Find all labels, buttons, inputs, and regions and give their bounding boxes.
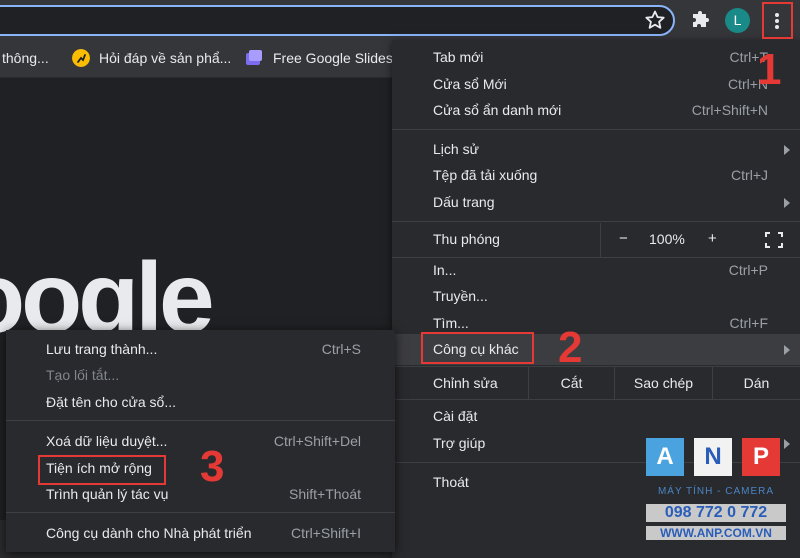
extensions-puzzle-icon[interactable] <box>690 8 714 32</box>
runner-favicon-icon <box>72 49 90 67</box>
menu-divider <box>392 399 800 400</box>
zoom-out-button[interactable]: − <box>619 230 628 247</box>
browser-toolbar: L <box>0 0 800 40</box>
watermark-site: WWW.ANP.COM.VN <box>646 526 786 540</box>
menu-item-new-tab[interactable]: Tab mới Ctrl+T <box>392 44 800 71</box>
submenu-item-create-shortcut: Tạo lối tắt... <box>6 362 395 388</box>
menu-item-incognito[interactable]: Cửa sổ ẩn danh mới Ctrl+Shift+N <box>392 97 800 124</box>
menu-item-shortcut: Ctrl+P <box>728 262 768 278</box>
menu-item-label: Lịch sử <box>433 141 479 157</box>
more-tools-submenu: Lưu trang thành... Ctrl+S Tạo lối tắt...… <box>6 330 395 552</box>
menu-item-bookmarks[interactable]: Dấu trang <box>392 189 800 216</box>
slides-favicon-icon <box>246 50 262 65</box>
menu-item-label: Tab mới <box>433 49 484 65</box>
menu-item-label: Trợ giúp <box>433 435 486 451</box>
watermark-letter: A <box>646 438 684 476</box>
fullscreen-icon[interactable] <box>765 232 783 248</box>
menu-item-label: Lưu trang thành... <box>46 341 158 357</box>
menu-item-label: Cửa sổ ẩn danh mới <box>433 102 562 118</box>
watermark-letter: N <box>694 438 732 476</box>
highlight-menu-button <box>762 2 793 39</box>
menu-item-label: Đặt tên cho cửa sổ... <box>46 394 176 410</box>
menu-item-downloads[interactable]: Tệp đã tải xuống Ctrl+J <box>392 162 800 189</box>
menu-divider <box>392 129 800 130</box>
menu-item-label: Tạo lối tắt... <box>46 367 120 383</box>
submenu-arrow-icon <box>784 198 790 208</box>
paste-button[interactable]: Dán <box>712 367 800 399</box>
highlight-more-tools <box>421 332 534 364</box>
bookmark-item[interactable]: thông... <box>2 50 49 66</box>
menu-item-label: Tệp đã tải xuống <box>433 167 538 183</box>
zoom-level: 100% <box>649 231 685 247</box>
menu-item-shortcut: Ctrl+F <box>729 315 769 331</box>
watermark-tagline: MÁY TÍNH - CAMERA <box>657 486 775 497</box>
menu-item-label: Dấu trang <box>433 194 495 210</box>
edit-label: Chỉnh sửa <box>433 375 498 391</box>
menu-item-label: In... <box>433 262 457 278</box>
zoom-in-button[interactable]: + <box>708 230 717 247</box>
menu-divider <box>392 221 800 222</box>
step-number-3: 3 <box>200 442 225 491</box>
submenu-arrow-icon <box>784 145 790 155</box>
highlight-extensions <box>38 455 166 485</box>
bookmark-item[interactable]: Hỏi đáp về sản phẩ... <box>99 50 231 66</box>
copy-button[interactable]: Sao chép <box>614 367 712 399</box>
menu-divider <box>6 512 395 513</box>
menu-edit-row: Chỉnh sửa Cắt Sao chép Dán <box>392 367 800 399</box>
menu-item-new-window[interactable]: Cửa sổ Mới Ctrl+N <box>392 71 800 98</box>
zoom-label: Thu phóng <box>433 231 500 247</box>
menu-item-history[interactable]: Lịch sử <box>392 136 800 163</box>
menu-item-label: Thoát <box>433 474 469 490</box>
menu-zoom-row: Thu phóng − 100% + <box>392 223 800 257</box>
menu-item-shortcut: Ctrl+Shift+Del <box>273 433 361 449</box>
menu-item-label: Tìm... <box>433 315 469 331</box>
bookmark-item[interactable]: Free Google Slides... <box>273 50 405 66</box>
submenu-item-name-window[interactable]: Đặt tên cho cửa sổ... <box>6 389 395 415</box>
submenu-arrow-icon <box>784 345 790 355</box>
menu-item-label: Công cụ dành cho Nhà phát triển <box>46 525 252 541</box>
address-bar[interactable] <box>0 5 675 36</box>
menu-item-shortcut: Ctrl+S <box>321 341 361 357</box>
menu-item-settings[interactable]: Cài đặt <box>392 403 800 430</box>
menu-item-shortcut: Ctrl+Shift+N <box>691 102 768 118</box>
bookmark-star-icon[interactable] <box>643 8 667 32</box>
step-number-1: 1 <box>757 45 782 94</box>
menu-item-label: Xoá dữ liệu duyệt... <box>46 433 168 449</box>
menu-item-cast[interactable]: Truyền... <box>392 283 800 310</box>
menu-item-print[interactable]: In... Ctrl+P <box>392 257 800 284</box>
menu-item-shortcut: Ctrl+J <box>731 167 768 183</box>
menu-item-label: Cài đặt <box>433 408 478 424</box>
anp-watermark-logo: A N P MÁY TÍNH - CAMERA 098 772 0 772 WW… <box>646 438 786 546</box>
profile-avatar[interactable]: L <box>725 8 750 33</box>
menu-item-label: Cửa sổ Mới <box>433 76 507 92</box>
watermark-letter: P <box>742 438 780 476</box>
zoom-controls: − 100% + <box>600 223 800 257</box>
menu-item-label: Trình quản lý tác vụ <box>46 486 169 502</box>
menu-item-shortcut: Ctrl+Shift+I <box>290 525 361 541</box>
submenu-item-dev-tools[interactable]: Công cụ dành cho Nhà phát triển Ctrl+Shi… <box>6 520 395 546</box>
menu-divider <box>6 420 395 421</box>
menu-item-shortcut: Shift+Thoát <box>289 486 361 502</box>
menu-item-label: Truyền... <box>433 288 488 304</box>
submenu-item-save-page[interactable]: Lưu trang thành... Ctrl+S <box>6 336 395 362</box>
watermark-phone: 098 772 0 772 <box>646 504 786 522</box>
step-number-2: 2 <box>558 323 583 372</box>
